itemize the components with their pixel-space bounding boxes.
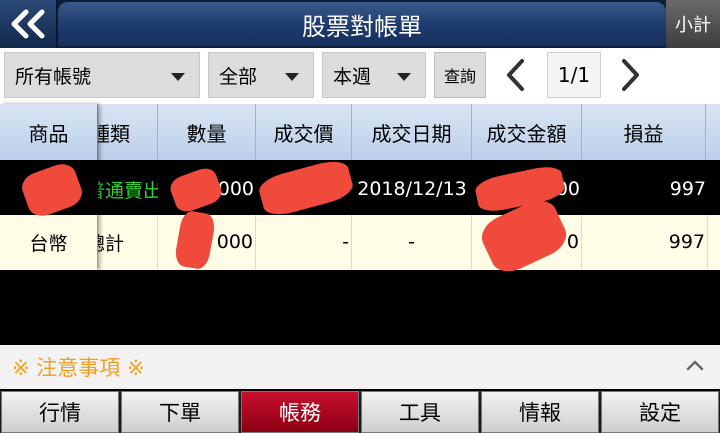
table-header: 種類 數量 成交價 成交日期 成交金額 損益 商品 <box>0 104 720 160</box>
period-select[interactable]: 本週 <box>322 52 426 98</box>
column-header-qty[interactable]: 數量 <box>158 104 256 160</box>
filter-toolbar: 所有帳號 全部 本週 查詢 1/1 <box>0 48 720 104</box>
nav-order[interactable]: 下單 <box>121 391 239 433</box>
double-chevron-left-icon <box>11 9 45 39</box>
page-title: 股票對帳單 <box>58 2 666 46</box>
next-page-button[interactable] <box>612 54 648 96</box>
pnl-cell: 997 <box>582 215 708 269</box>
query-button[interactable]: 查詢 <box>434 52 486 98</box>
column-header-amount[interactable]: 成交金額 <box>472 104 582 160</box>
nav-quotes[interactable]: 行情 <box>1 391 119 433</box>
chevron-left-icon <box>507 59 524 91</box>
nav-info[interactable]: 情報 <box>481 391 599 433</box>
bottom-nav: 行情 下單 帳務 工具 情報 設定 <box>0 391 720 433</box>
table-row[interactable]: 普通賣出 000 2018/12/13 00 997 <box>0 162 720 217</box>
notice-bar[interactable]: ※ 注意事項 ※ <box>0 345 720 389</box>
nav-settings[interactable]: 設定 <box>601 391 719 433</box>
column-header-pnl[interactable]: 損益 <box>582 104 706 160</box>
date-cell: - <box>352 215 472 269</box>
table-row-total[interactable]: 總計 000 - - 0 997 台幣 <box>0 215 720 270</box>
subtotal-button[interactable]: 小計 <box>666 0 720 48</box>
column-header-date[interactable]: 成交日期 <box>352 104 472 160</box>
prev-page-button[interactable] <box>498 54 534 96</box>
kind-cell: 總計 <box>98 215 158 269</box>
page-indicator: 1/1 <box>547 52 601 98</box>
product-cell: 台幣 <box>0 215 98 269</box>
column-header-product[interactable]: 商品 <box>0 104 98 160</box>
type-select-value: 全部 <box>219 65 258 88</box>
nav-account[interactable]: 帳務 <box>241 391 359 433</box>
dropdown-caret-icon <box>285 73 299 81</box>
nav-tools[interactable]: 工具 <box>361 391 479 433</box>
period-select-value: 本週 <box>333 65 372 88</box>
chevron-right-icon <box>622 59 639 91</box>
kind-text: 總計 <box>98 232 125 255</box>
app-header: 股票對帳單 小計 <box>0 0 720 48</box>
column-header-kind[interactable]: 種類 <box>90 104 158 160</box>
dropdown-caret-icon <box>397 73 411 81</box>
back-button[interactable] <box>0 0 58 48</box>
notice-title: ※ 注意事項 ※ <box>12 356 145 380</box>
chevron-up-icon[interactable] <box>686 359 704 371</box>
price-cell: - <box>256 215 352 269</box>
dropdown-caret-icon <box>171 73 185 81</box>
account-select[interactable]: 所有帳號 <box>4 52 200 98</box>
kind-text: 普通賣出 <box>98 179 158 202</box>
type-select[interactable]: 全部 <box>208 52 314 98</box>
kind-cell: 普通賣出 <box>98 162 158 216</box>
column-header-price[interactable]: 成交價 <box>256 104 352 160</box>
date-cell: 2018/12/13 <box>357 178 467 200</box>
account-select-value: 所有帳號 <box>15 65 92 88</box>
pnl-cell: 997 <box>669 178 706 200</box>
